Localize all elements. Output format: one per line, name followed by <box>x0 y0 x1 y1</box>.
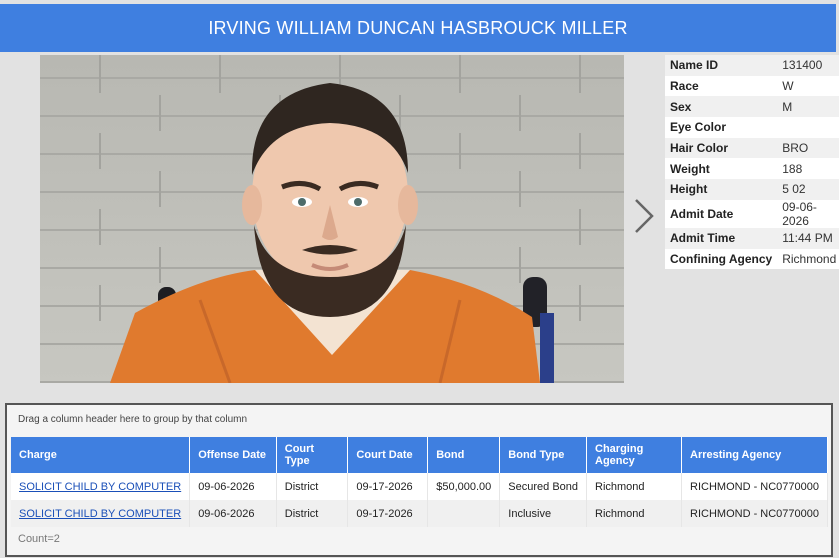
detail-row-eye-color: Eye Color <box>665 117 839 138</box>
arresting-agency-cell: RICHMOND - NC0770000 <box>681 473 828 500</box>
court-type-cell: District <box>276 473 349 500</box>
detail-value: 09-06-2026 <box>782 199 817 228</box>
column-header-court-date[interactable]: Court Date <box>347 437 429 473</box>
charges-table: Charge Offense Date Court Type Court Dat… <box>11 437 828 527</box>
row-count: Count=2 <box>18 533 60 545</box>
column-header-charging-agency[interactable]: Charging Agency <box>586 437 683 473</box>
detail-label: Height <box>665 179 778 200</box>
charges-grid: Drag a column header here to group by th… <box>5 403 833 557</box>
detail-value: M <box>777 96 839 118</box>
column-header-offense-date[interactable]: Offense Date <box>189 437 277 473</box>
charge-link[interactable]: SOLICIT CHILD BY COMPUTER <box>19 508 181 520</box>
column-header-charge[interactable]: Charge <box>11 437 191 473</box>
detail-label: Race <box>670 79 699 94</box>
table-row: SOLICIT CHILD BY COMPUTER 09-06-2026 Dis… <box>11 500 828 527</box>
detail-row-height: Height 5 02 <box>665 179 839 200</box>
detail-row-admit-time: Admit Time 11:44 PM <box>665 227 839 249</box>
detail-row-sex: Sex M <box>665 96 839 118</box>
detail-row-confining-agency: Confining Agency Richmond <box>665 249 839 270</box>
bond-type-cell: Secured Bond <box>499 473 588 500</box>
detail-value: 188 <box>782 161 803 176</box>
charging-agency-cell: Richmond <box>586 500 683 527</box>
bond-cell <box>427 500 501 527</box>
detail-row-admit-date: Admit Date 09-06-2026 <box>665 200 839 228</box>
detail-label: Weight <box>670 161 710 176</box>
detail-value: BRO <box>777 137 839 159</box>
table-row: SOLICIT CHILD BY COMPUTER 09-06-2026 Dis… <box>11 473 828 500</box>
detail-value <box>777 117 839 138</box>
charges-header-row: Charge Offense Date Court Type Court Dat… <box>11 437 828 473</box>
charge-link[interactable]: SOLICIT CHILD BY COMPUTER <box>19 481 181 493</box>
arresting-agency-cell: RICHMOND - NC0770000 <box>681 500 828 527</box>
column-header-bond-type[interactable]: Bond Type <box>499 437 588 473</box>
detail-label: Sex <box>665 96 778 118</box>
charging-agency-cell: Richmond <box>586 473 683 500</box>
detail-label: Confining Agency <box>670 251 773 266</box>
inmate-details-table: Name ID 131400 Race W Sex M Eye Color Hair … <box>665 55 839 270</box>
detail-value: 5 02 <box>777 179 839 200</box>
court-type-cell: District <box>276 500 349 527</box>
offense-date-cell: 09-06-2026 <box>189 473 277 500</box>
detail-value: 131400 <box>777 55 839 76</box>
detail-row-race: Race W <box>665 76 839 97</box>
mugshot-photo <box>40 55 624 383</box>
page-header: IRVING WILLIAM DUNCAN HASBROUCK MILLER <box>0 4 836 52</box>
bond-type-cell: Inclusive <box>499 500 588 527</box>
group-by-hint: Drag a column header here to group by th… <box>18 413 248 425</box>
detail-row-hair-color: Hair Color BRO <box>665 137 839 159</box>
chevron-right-icon <box>632 196 656 241</box>
charge-cell: SOLICIT CHILD BY COMPUTER <box>11 500 191 527</box>
court-date-cell: 09-17-2026 <box>347 500 429 527</box>
detail-value: 11:44 PM <box>777 227 839 249</box>
detail-value: Richmond <box>782 251 837 266</box>
inmate-name: IRVING WILLIAM DUNCAN HASBROUCK MILLER <box>208 17 628 38</box>
detail-label: Name ID <box>665 55 778 76</box>
group-by-panel[interactable]: Drag a column header here to group by th… <box>7 405 831 433</box>
detail-label: Hair Color <box>665 137 778 159</box>
next-photo-button[interactable] <box>626 196 662 240</box>
offense-date-cell: 09-06-2026 <box>189 500 277 527</box>
charge-cell: SOLICIT CHILD BY COMPUTER <box>11 473 191 500</box>
detail-row-weight: Weight 188 <box>665 158 839 179</box>
detail-label: Admit Time <box>665 227 778 249</box>
column-header-bond[interactable]: Bond <box>427 437 501 473</box>
detail-row-name-id: Name ID 131400 <box>665 55 839 76</box>
column-header-arresting-agency[interactable]: Arresting Agency <box>681 437 828 473</box>
column-header-court-type[interactable]: Court Type <box>276 437 349 473</box>
detail-label: Admit Date <box>670 206 734 221</box>
detail-value: W <box>782 79 794 94</box>
bond-cell: $50,000.00 <box>427 473 501 500</box>
court-date-cell: 09-17-2026 <box>347 473 429 500</box>
detail-label: Eye Color <box>670 120 727 135</box>
